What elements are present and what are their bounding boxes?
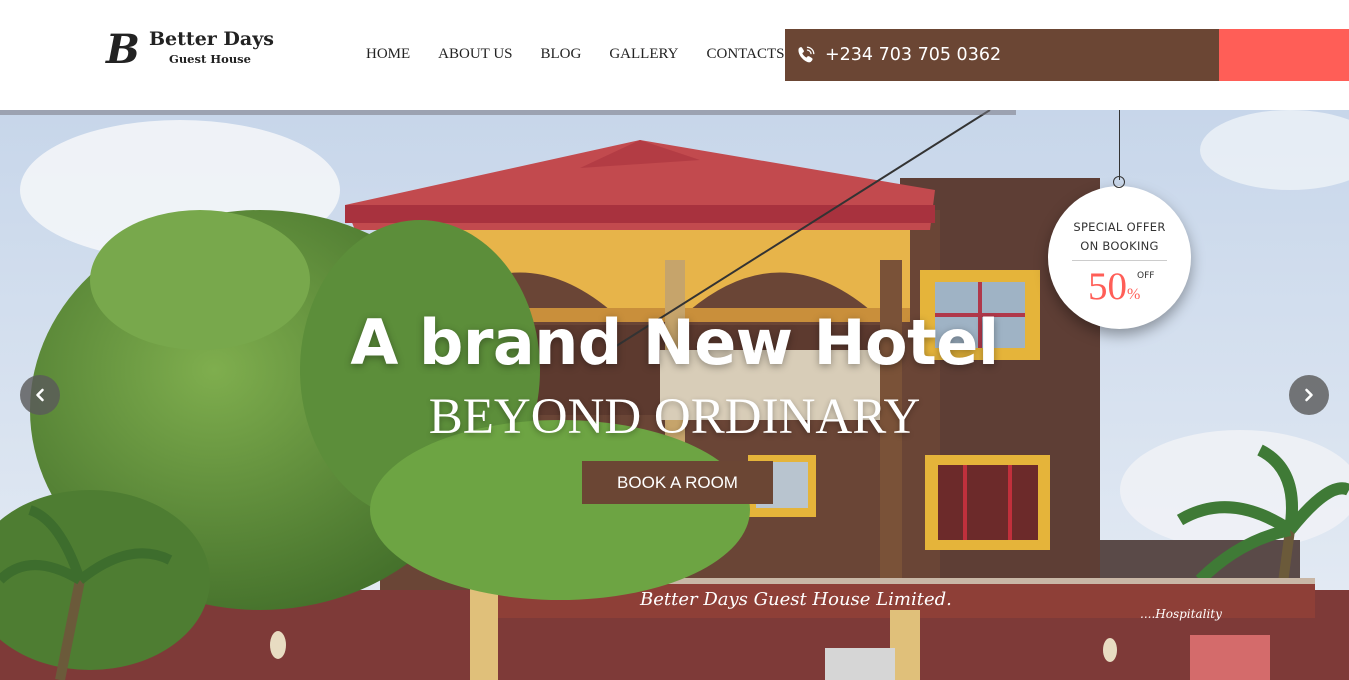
main-nav: HOME ABOUT US BLOG GALLERY CONTACTS xyxy=(352,44,799,64)
offer-off-label: OFF xyxy=(1137,271,1155,281)
offer-line-1: SPECIAL OFFER xyxy=(1073,220,1166,234)
special-offer-badge[interactable]: SPECIAL OFFER ON BOOKING 50% OFF xyxy=(1048,186,1191,329)
slider-prev-button[interactable] xyxy=(20,375,60,415)
offer-discount-value: 50 xyxy=(1088,265,1127,308)
nav-item-gallery[interactable]: GALLERY xyxy=(595,44,692,64)
slider-progress-bar xyxy=(0,110,1016,115)
hero-slider: Better Days Guest House Limited. ....Hos… xyxy=(0,110,1349,680)
nav-item-blog[interactable]: BLOG xyxy=(527,44,596,64)
chevron-right-icon xyxy=(1305,388,1313,402)
logo-subtitle: Guest House xyxy=(169,52,251,66)
fence-sign-small: ....Hospitality xyxy=(1140,607,1222,621)
offer-tag-ring xyxy=(1113,176,1125,188)
site-logo[interactable]: B Better Days Guest House xyxy=(106,28,281,76)
phone-icon xyxy=(798,46,815,63)
site-header: B Better Days Guest House HOME ABOUT US … xyxy=(0,0,1349,110)
logo-title: Better Days xyxy=(149,28,274,50)
slider-next-button[interactable] xyxy=(1289,375,1329,415)
offer-divider xyxy=(1072,260,1167,261)
nav-item-home[interactable]: HOME xyxy=(352,44,424,64)
nav-item-contacts[interactable]: CONTACTS xyxy=(693,44,799,64)
hero-subtitle: BEYOND ORDINARY xyxy=(428,389,921,445)
offer-discount-unit: % xyxy=(1127,286,1141,303)
nav-item-about-us[interactable]: ABOUT US xyxy=(424,44,526,64)
phone-number: +234 703 705 0362 xyxy=(825,45,1002,65)
logo-mark: B xyxy=(106,26,140,73)
fence-sign-text: Better Days Guest House Limited. xyxy=(639,589,952,610)
offer-line-2: ON BOOKING xyxy=(1080,239,1159,253)
chevron-left-icon xyxy=(36,388,44,402)
header-accent-button[interactable] xyxy=(1219,29,1349,81)
offer-tag-string xyxy=(1119,110,1120,180)
offer-discount: 50% xyxy=(1088,266,1140,316)
phone-contact[interactable]: +234 703 705 0362 xyxy=(785,29,1219,81)
book-room-button[interactable]: BOOK A ROOM xyxy=(582,461,773,504)
